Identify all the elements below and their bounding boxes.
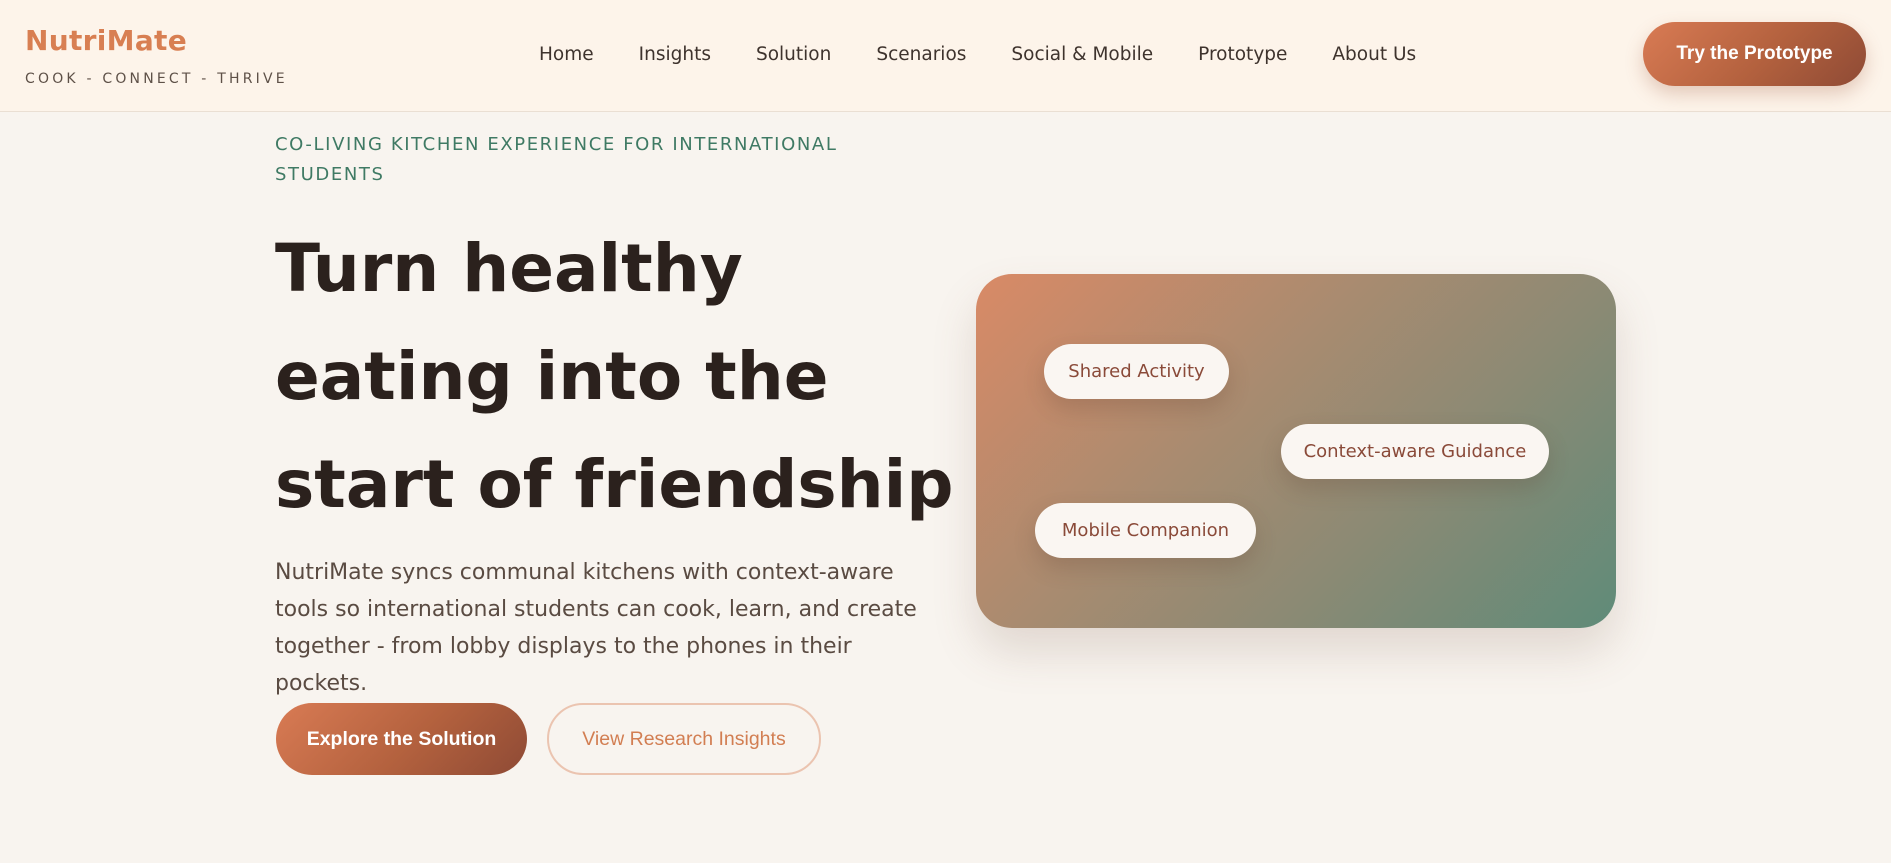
chip-mobile-companion: Mobile Companion: [1035, 503, 1256, 558]
main-nav: Home Insights Solution Scenarios Social …: [539, 44, 1461, 65]
hero-description: NutriMate syncs communal kitchens with c…: [275, 560, 917, 696]
nav-item-insights[interactable]: Insights: [639, 44, 711, 65]
chip-shared-activity: Shared Activity: [1044, 344, 1229, 399]
brand[interactable]: NutriMate COOK - CONNECT - THRIVE: [25, 24, 288, 87]
nav-item-social-mobile[interactable]: Social & Mobile: [1011, 44, 1153, 65]
nav-item-about-us[interactable]: About Us: [1332, 44, 1416, 65]
brand-name[interactable]: NutriMate: [25, 24, 288, 57]
brand-tagline: COOK - CONNECT - THRIVE: [25, 71, 288, 87]
hero-eyebrow: CO-LIVING KITCHEN EXPERIENCE FOR INTERNA…: [275, 134, 838, 185]
chip-context-aware-guidance: Context-aware Guidance: [1281, 424, 1549, 479]
view-research-insights-button[interactable]: View Research Insights: [547, 703, 821, 775]
feature-card: Shared Activity Context-aware Guidance M…: [976, 274, 1616, 628]
nav-item-scenarios[interactable]: Scenarios: [876, 44, 966, 65]
try-prototype-button[interactable]: Try the Prototype: [1643, 22, 1866, 86]
nav-item-prototype[interactable]: Prototype: [1198, 44, 1287, 65]
hero-title: Turn healthy eating into the start of fr…: [275, 230, 954, 523]
nav-item-home[interactable]: Home: [539, 44, 594, 65]
site-header: NutriMate COOK - CONNECT - THRIVE Home I…: [0, 0, 1891, 112]
nav-item-solution[interactable]: Solution: [756, 44, 831, 65]
explore-solution-button[interactable]: Explore the Solution: [276, 703, 527, 775]
